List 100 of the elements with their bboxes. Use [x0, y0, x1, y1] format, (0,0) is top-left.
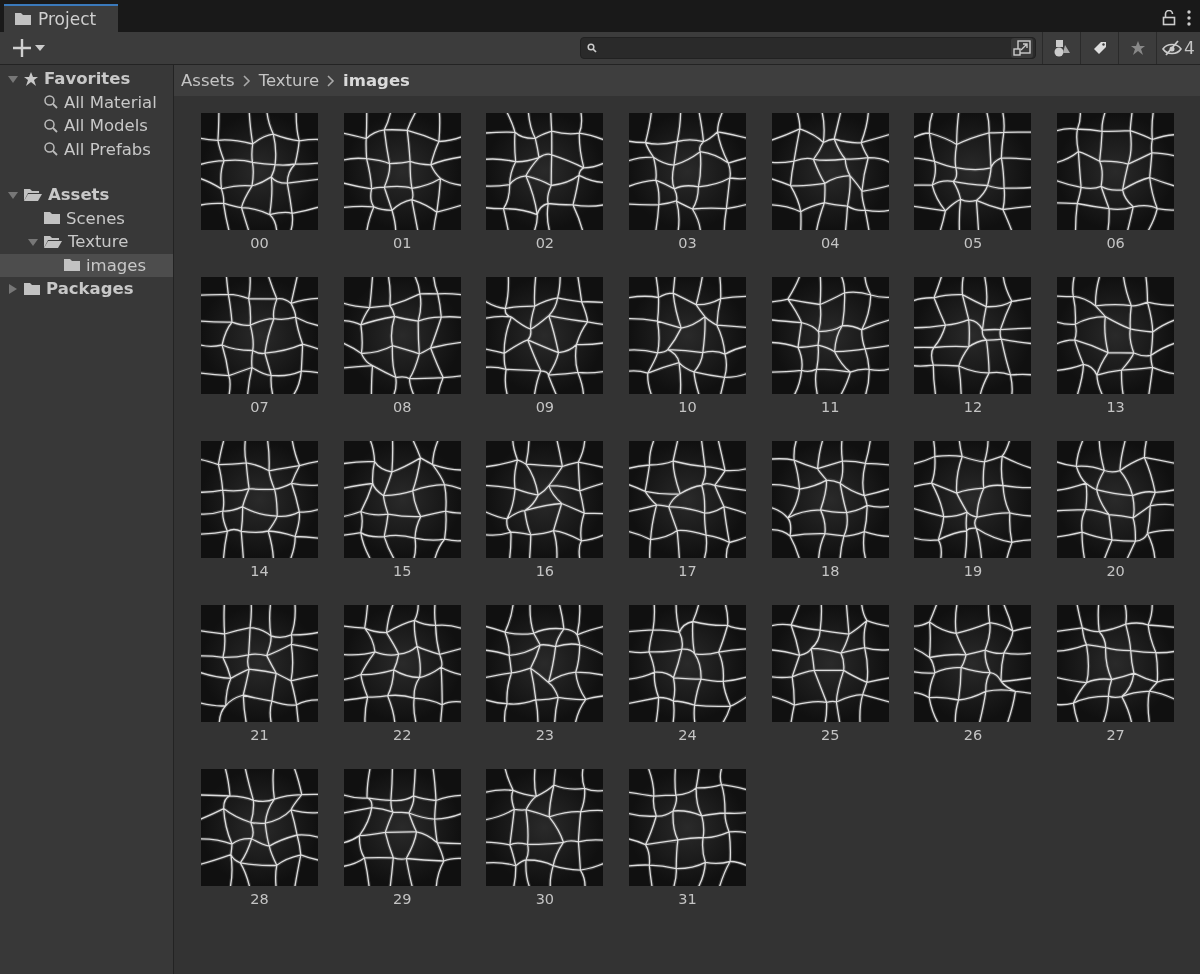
search-field[interactable]	[580, 37, 1036, 59]
asset-name: 18	[821, 563, 840, 579]
asset-name: 25	[821, 727, 840, 743]
unlocked-padlock-icon[interactable]	[1162, 10, 1176, 26]
asset-name: 19	[963, 563, 983, 579]
texture-thumbnail[interactable]	[343, 113, 461, 230]
texture-thumbnail[interactable]	[343, 441, 461, 558]
search-icon	[43, 117, 59, 134]
asset-name: 07	[250, 399, 269, 415]
asset-name: 23	[535, 727, 555, 743]
expanded-arrow-icon[interactable]	[28, 236, 38, 247]
texture-thumbnail[interactable]	[771, 277, 889, 394]
folder-icon	[23, 281, 41, 296]
asset-name: 27	[1106, 727, 1125, 743]
asset-name: 11	[821, 399, 840, 415]
texture-thumbnail[interactable]	[771, 441, 889, 558]
search-icon	[43, 94, 59, 111]
open-folder-icon	[23, 187, 43, 202]
texture-thumbnail[interactable]	[629, 441, 747, 558]
folder-item[interactable]: Texture	[0, 230, 173, 254]
texture-thumbnail[interactable]	[201, 605, 318, 722]
texture-thumbnail[interactable]	[201, 769, 318, 886]
asset-name: 24	[678, 727, 697, 743]
texture-thumbnail[interactable]	[343, 605, 461, 722]
search-icon	[43, 141, 59, 158]
expanded-arrow-icon[interactable]	[8, 189, 18, 200]
texture-thumbnail[interactable]	[201, 113, 318, 230]
texture-thumbnail[interactable]	[201, 441, 318, 558]
plus-icon	[12, 38, 32, 58]
texture-thumbnail[interactable]	[1057, 277, 1175, 394]
folder-item[interactable]: Packages	[0, 277, 173, 301]
asset-name: 06	[1106, 235, 1125, 251]
texture-thumbnail[interactable]	[1057, 113, 1175, 230]
asset-name: 13	[1106, 399, 1125, 415]
asset-name: 14	[250, 563, 269, 579]
breadcrumb-link[interactable]: images	[343, 71, 410, 90]
texture-thumbnail[interactable]	[771, 605, 889, 722]
asset-name: 26	[963, 727, 983, 743]
asset-name: 03	[678, 235, 697, 251]
asset-name: 05	[963, 235, 983, 251]
texture-thumbnail[interactable]	[201, 277, 318, 394]
asset-name: 00	[250, 235, 269, 251]
texture-thumbnail[interactable]	[914, 113, 1032, 230]
asset-name: 28	[250, 891, 269, 907]
texture-thumbnail[interactable]	[914, 441, 1032, 558]
texture-thumbnail[interactable]	[629, 113, 747, 230]
folder-icon	[63, 258, 81, 273]
expanded-arrow-icon[interactable]	[8, 73, 18, 84]
asset-name: 10	[678, 399, 697, 415]
texture-thumbnail[interactable]	[486, 277, 604, 394]
folder-icon	[43, 211, 61, 226]
asset-name: 20	[1106, 563, 1125, 579]
texture-thumbnail[interactable]	[486, 113, 604, 230]
saved-search-item[interactable]: All Models	[0, 114, 173, 138]
favorites-item[interactable]: Favorites	[0, 67, 173, 91]
star-icon	[1129, 40, 1146, 56]
chevron-right-icon	[242, 74, 251, 87]
asset-name: 31	[678, 891, 697, 907]
asset-name: 15	[392, 563, 412, 579]
breadcrumb-link[interactable]: Texture	[258, 71, 320, 90]
create-button[interactable]	[10, 36, 47, 60]
caret-icon	[35, 45, 45, 51]
search-icon	[587, 43, 597, 53]
asset-name: 16	[535, 563, 555, 579]
asset-name: 04	[821, 235, 840, 251]
breadcrumb-link[interactable]: Assets	[181, 71, 235, 90]
texture-thumbnail[interactable]	[771, 113, 889, 230]
eye-slash-icon	[1162, 40, 1183, 56]
asset-name: 30	[535, 891, 555, 907]
texture-thumbnail[interactable]	[486, 605, 604, 722]
texture-thumbnail[interactable]	[914, 605, 1032, 722]
asset-name: 29	[392, 891, 412, 907]
open-folder-icon	[43, 234, 63, 249]
asset-name: 12	[963, 399, 983, 415]
texture-thumbnail[interactable]	[343, 769, 461, 886]
texture-thumbnail[interactable]	[914, 277, 1032, 394]
texture-thumbnail[interactable]	[486, 769, 604, 886]
search-scope-icon[interactable]	[1011, 38, 1033, 58]
saved-search-item[interactable]: All Prefabs	[0, 137, 173, 161]
project-tab[interactable]: Project	[4, 4, 119, 32]
texture-thumbnail[interactable]	[343, 277, 461, 394]
texture-thumbnail[interactable]	[1057, 441, 1175, 558]
saved-search-item[interactable]: All Material	[0, 90, 173, 114]
texture-thumbnail[interactable]	[629, 769, 747, 886]
asset-name: 21	[250, 727, 269, 743]
folder-item[interactable]: Scenes	[0, 206, 173, 230]
asset-name: 08	[392, 399, 412, 415]
folder-item[interactable]: Assets	[0, 183, 173, 207]
texture-thumbnail[interactable]	[1057, 605, 1175, 722]
asset-name: 02	[535, 235, 555, 251]
kebab-menu-icon[interactable]	[1186, 10, 1192, 26]
collapsed-arrow-icon[interactable]	[8, 283, 18, 294]
texture-thumbnail[interactable]	[629, 605, 747, 722]
texture-thumbnail[interactable]	[629, 277, 747, 394]
star-icon	[23, 70, 39, 87]
texture-thumbnail[interactable]	[486, 441, 604, 558]
chevron-right-icon	[327, 74, 336, 87]
asset-name: 17	[678, 563, 697, 579]
folder-item[interactable]: images	[0, 253, 173, 277]
folder-icon	[14, 12, 32, 26]
